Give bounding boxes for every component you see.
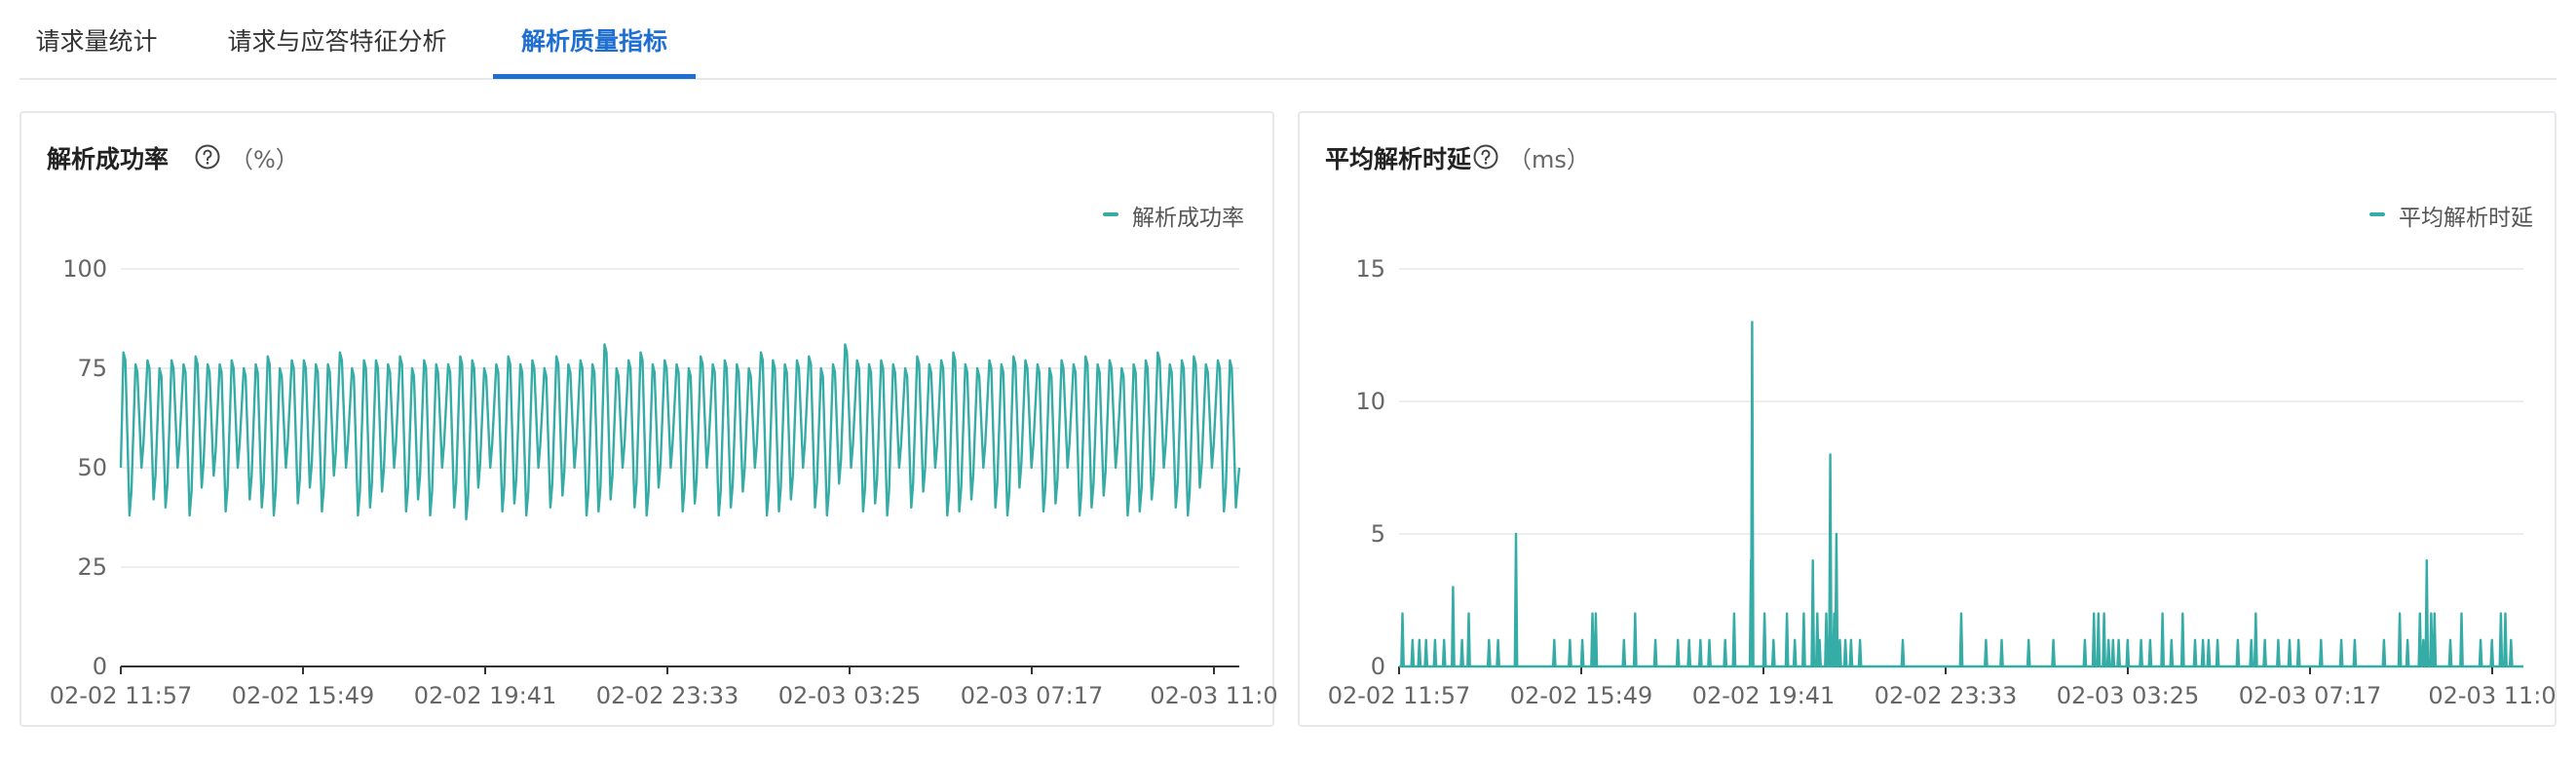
tab-request-stats[interactable]: 请求量统计 xyxy=(23,0,170,78)
active-tab-indicator xyxy=(493,74,696,79)
x-tick-label: 02-03 07:17 xyxy=(2239,682,2382,709)
x-tick-label: 02-02 11:57 xyxy=(1328,682,1471,709)
y-tick-label: 75 xyxy=(77,355,107,382)
y-tick-label: 0 xyxy=(93,653,107,680)
latency-card: 平均解析时延 （ms） 平均解析时延 0 5 10 15 02-02 11:57 02-0… xyxy=(1298,111,2557,727)
x-tick-label: 02-03 03:25 xyxy=(2057,682,2200,709)
tab-request-response-analysis[interactable]: 请求与应答特征分析 xyxy=(207,0,468,78)
tab-resolution-quality[interactable]: 解析质量指标 xyxy=(493,0,696,78)
series-line xyxy=(1399,321,2523,668)
series-line xyxy=(119,343,1241,521)
tab-bar: 请求量统计 请求与应答特征分析 解析质量指标 xyxy=(19,0,2557,80)
x-tick-label: 02-02 11:57 xyxy=(50,682,193,709)
y-tick-label: 100 xyxy=(62,255,107,283)
x-tick-label: 02-02 15:49 xyxy=(1510,682,1653,709)
x-tick-label: 02-03 11:0 xyxy=(2428,682,2556,709)
y-tick-label: 10 xyxy=(1355,388,1385,415)
x-tick-label: 02-03 07:17 xyxy=(961,682,1104,709)
success-rate-card: 解析成功率 （%） 解析成功率 0 25 50 75 100 02-02 11:57 02-… xyxy=(19,111,1278,727)
x-tick-label: 02-02 15:49 xyxy=(232,682,375,709)
latency-chart: 0 5 10 15 02-02 11:57 02-02 15:49 02-02 19:41 0… xyxy=(1328,255,2557,709)
x-tick-label: 02-02 19:41 xyxy=(1692,682,1836,709)
y-tick-label: 5 xyxy=(1371,520,1385,548)
x-tick-label: 02-03 11:0 xyxy=(1150,682,1277,709)
y-tick-label: 0 xyxy=(1371,653,1385,680)
y-tick-label: 50 xyxy=(77,454,107,481)
success-rate-chart: 0 25 50 75 100 02-02 11:57 02-02 15:49 02-02 19… xyxy=(50,255,1278,709)
y-tick-label: 15 xyxy=(1355,255,1385,283)
y-tick-label: 25 xyxy=(77,553,107,581)
x-tick-label: 02-02 19:41 xyxy=(414,682,557,709)
x-tick-label: 02-02 23:33 xyxy=(1875,682,2018,709)
x-tick-label: 02-03 03:25 xyxy=(778,682,922,709)
x-tick-label: 02-02 23:33 xyxy=(596,682,739,709)
